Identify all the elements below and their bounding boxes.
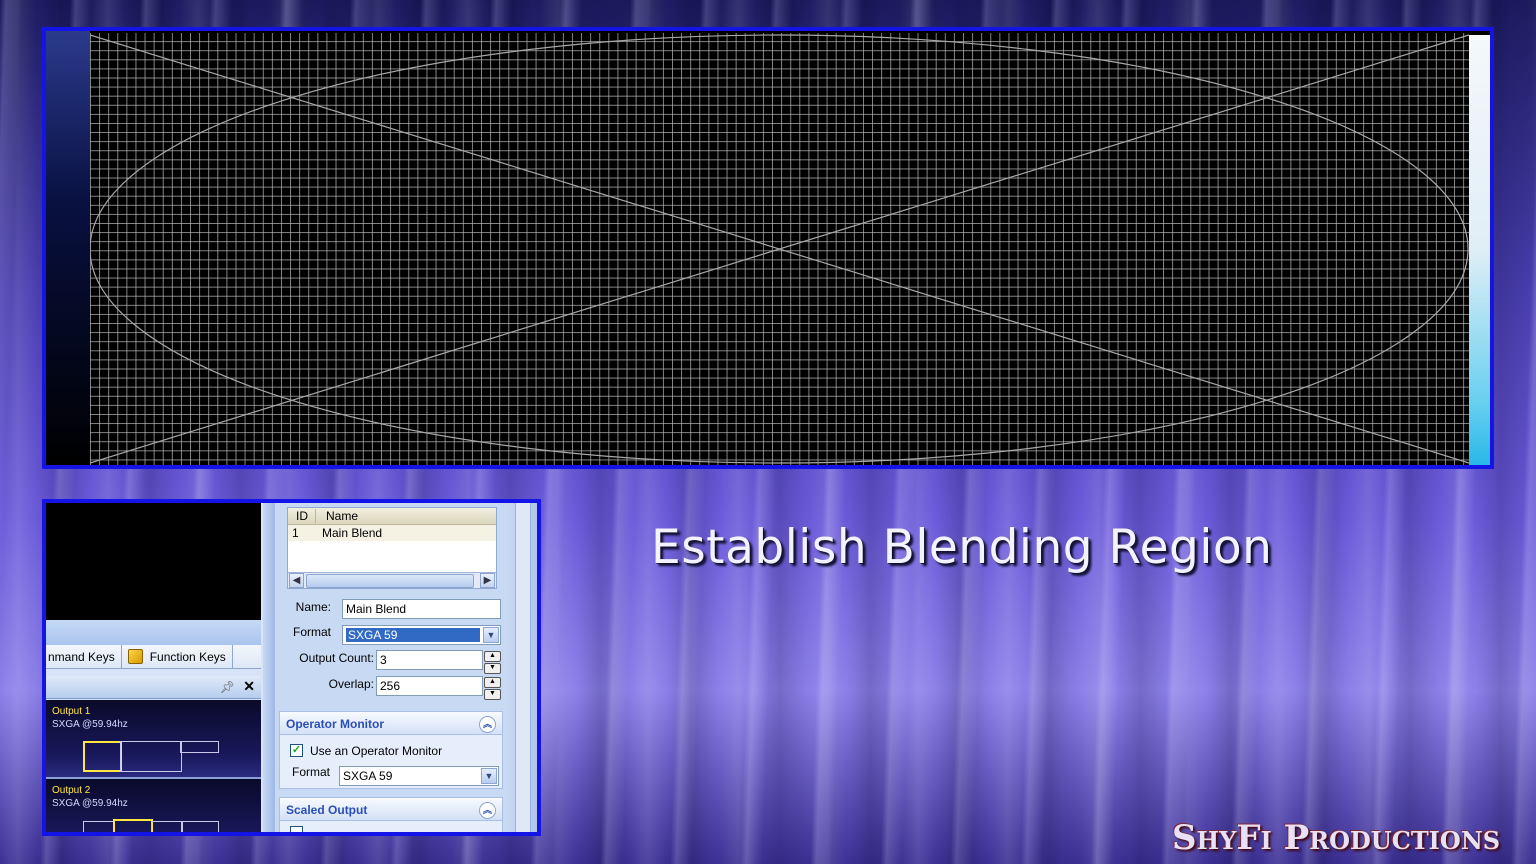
overlap-stepper[interactable]: 256 ▲ ▼ [376, 676, 501, 700]
test-pattern-lines [90, 34, 1469, 464]
spin-down-icon[interactable]: ▼ [484, 663, 501, 674]
pane-splitter[interactable] [263, 503, 275, 832]
brand-logo-text: ShyFi Productions [1172, 818, 1501, 858]
column-header-id[interactable]: ID [288, 509, 316, 523]
outputs-subheader: 📌︎ ✕ [46, 676, 261, 699]
spin-down-icon[interactable]: ▼ [484, 689, 501, 700]
list-horizontal-scrollbar[interactable]: ◀ ▶ [288, 572, 496, 588]
tab-command-keys[interactable]: nmand Keys [46, 645, 122, 668]
preview-strip [46, 620, 261, 645]
blend-list: ID Name 1 Main Blend ◀ ▶ [287, 507, 497, 589]
output-count-stepper[interactable]: 3 ▲ ▼ [376, 650, 501, 674]
tab-label: nmand Keys [48, 649, 115, 664]
operator-monitor-body: ✓ Use an Operator Monitor Format SXGA 59… [279, 735, 503, 789]
overlap-spin[interactable]: ▲ ▼ [484, 677, 501, 700]
tab-label: Function Keys [149, 649, 226, 664]
row-id: 1 [292, 526, 299, 540]
output-layout-box [151, 821, 183, 832]
table-row[interactable]: 1 Main Blend [288, 525, 496, 541]
scroll-right-icon[interactable]: ▶ [480, 573, 495, 588]
scaled-output-checkbox[interactable] [290, 826, 303, 832]
overlap-value: 256 [380, 679, 401, 693]
name-value: Main Blend [346, 602, 407, 616]
spin-up-icon[interactable]: ▲ [484, 677, 501, 688]
chevron-down-icon[interactable]: ▼ [483, 627, 499, 643]
output-layout-box [120, 741, 182, 772]
scaled-output-header[interactable]: Scaled Output ︽ [279, 797, 503, 821]
output-format: SXGA @59.94hz [52, 719, 128, 730]
output-preview [46, 503, 261, 620]
operator-format-select[interactable]: SXGA 59 ▼ [339, 766, 499, 786]
output-name: Output 2 [52, 785, 91, 796]
test-pattern-grid [90, 33, 1469, 465]
overlap-label: Overlap: [328, 677, 374, 691]
name-label: Name: [295, 600, 331, 614]
vertical-scrollbar[interactable] [507, 503, 537, 832]
section-title: Operator Monitor [286, 717, 384, 731]
row-name: Main Blend [322, 526, 383, 540]
tab-function-keys[interactable]: Function Keys [122, 645, 233, 668]
blend-grid-preview [42, 27, 1494, 469]
operator-format-label: Format [291, 765, 330, 779]
output-count-value: 3 [380, 653, 387, 667]
output-layout-selected [113, 819, 153, 832]
output-count-label: Output Count: [299, 651, 374, 665]
outputs-pane: nmand Keys Function Keys 📌︎ ✕ Output 1 S… [46, 503, 263, 832]
output-card-1[interactable]: Output 1 SXGA @59.94hz [46, 700, 261, 779]
scroll-left-icon[interactable]: ◀ [289, 573, 304, 588]
operator-monitor-checkbox[interactable]: ✓ [290, 744, 303, 757]
blend-settings-pane: ID Name 1 Main Blend ◀ ▶ Name: Main Blen… [275, 503, 507, 832]
preview-right-edge [1469, 35, 1490, 465]
format-value: SXGA 59 [346, 628, 480, 642]
close-icon[interactable]: ✕ [243, 678, 255, 695]
output-layout-box [181, 821, 219, 832]
chevron-down-icon[interactable]: ▼ [481, 768, 497, 784]
format-label: Format [292, 625, 331, 639]
name-input[interactable]: Main Blend [342, 599, 501, 619]
operator-monitor-checkbox-label: Use an Operator Monitor [310, 744, 443, 758]
blend-list-header: ID Name [288, 508, 496, 525]
output-layout-selected [83, 741, 122, 772]
scaled-output-body [279, 821, 503, 832]
output-layout-box [180, 741, 219, 753]
format-select[interactable]: SXGA 59 ▼ [342, 625, 501, 645]
output-layout-box [83, 821, 115, 832]
output-name: Output 1 [52, 706, 91, 717]
output-format: SXGA @59.94hz [52, 798, 128, 809]
column-header-name[interactable]: Name [316, 509, 358, 523]
pin-icon[interactable]: 📌︎ [220, 680, 235, 694]
slide-headline: Establish Blending Region [651, 520, 1273, 575]
operator-format-value: SXGA 59 [343, 769, 393, 783]
spin-up-icon[interactable]: ▲ [484, 651, 501, 662]
scroll-thumb[interactable] [306, 574, 474, 588]
operator-monitor-header[interactable]: Operator Monitor ︽ [279, 711, 503, 735]
collapse-icon[interactable]: ︽ [479, 802, 496, 819]
cube-icon [127, 649, 143, 664]
key-tabbar: nmand Keys Function Keys [46, 645, 261, 669]
output-card-2[interactable]: Output 2 SXGA @59.94hz [46, 779, 261, 832]
preview-left-edge [46, 31, 90, 465]
software-panel: nmand Keys Function Keys 📌︎ ✕ Output 1 S… [42, 499, 541, 836]
collapse-icon[interactable]: ︽ [479, 716, 496, 733]
output-count-spin[interactable]: ▲ ▼ [484, 651, 501, 674]
section-title: Scaled Output [286, 803, 368, 817]
